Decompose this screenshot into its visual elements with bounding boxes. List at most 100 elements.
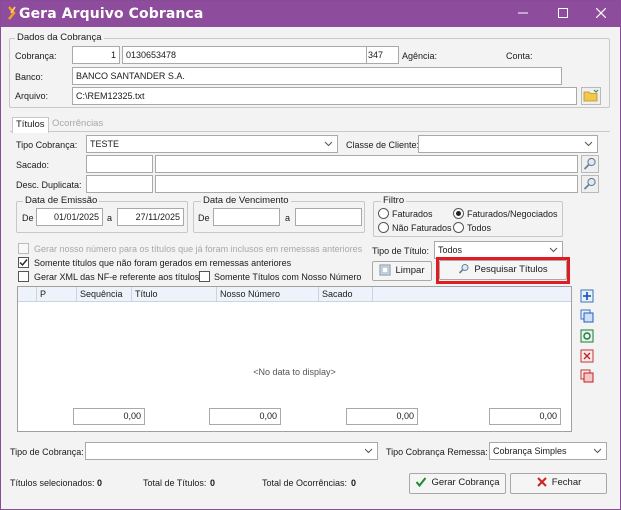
- checkbox-somente-nao-gerados[interactable]: [18, 257, 29, 268]
- filtro-title: Filtro: [381, 195, 407, 206]
- fechar-label: Fechar: [551, 477, 582, 488]
- radio-faturados[interactable]: [378, 208, 389, 219]
- main-window: Gera Arquivo Cobranca Dados da Cobrança …: [0, 0, 621, 510]
- tipo-remessa-label: Tipo Cobrança Remessa:: [386, 447, 488, 457]
- vencimento-a-label: a: [285, 213, 291, 223]
- duplicata-desc-field[interactable]: [155, 175, 578, 193]
- duplicata-search-button[interactable]: [581, 175, 599, 193]
- close-button[interactable]: [581, 1, 621, 27]
- total-titulos-value: 0: [210, 478, 216, 488]
- tipo-titulo-value: Todos: [438, 245, 463, 255]
- banco-field[interactable]: BANCO SANTANDER S.A.: [72, 67, 562, 85]
- tipo-remessa-select[interactable]: Cobrança Simples: [489, 442, 607, 460]
- total-ocorrencias-value: 0: [351, 478, 357, 488]
- tab-ocorrencias[interactable]: Ocorrências: [49, 117, 106, 132]
- grid-col-sacado[interactable]: Sacado: [319, 287, 373, 302]
- tipo-cobranca-select[interactable]: TESTE: [86, 135, 338, 153]
- checkbox-somente-nosso-numero[interactable]: [199, 271, 210, 282]
- conta-label: Conta:: [506, 51, 533, 61]
- minimize-icon: [518, 12, 528, 14]
- close-icon: [595, 7, 607, 19]
- emissao-title: Data de Emissão: [23, 195, 100, 206]
- somente-nosso-numero-label: Somente Títulos com Nosso Número: [214, 272, 362, 282]
- limpar-button[interactable]: Limpar: [372, 261, 432, 281]
- close-icon: [536, 477, 547, 488]
- cobranca-code-field[interactable]: 347: [367, 46, 399, 64]
- checkbox-gerar-xml[interactable]: [18, 271, 29, 282]
- excel-icon: [580, 329, 594, 343]
- grid-col-titulo[interactable]: Título: [132, 287, 217, 302]
- gerar-xml-label: Gerar XML das NF-e referente aos títulos: [34, 272, 200, 282]
- sacado-name-field[interactable]: [155, 155, 578, 173]
- grid-export-button[interactable]: [579, 348, 597, 365]
- maximize-icon: [558, 8, 568, 18]
- maximize-button[interactable]: [543, 1, 583, 27]
- grid-total-4: 0,00: [489, 408, 561, 425]
- chevron-down-icon: [584, 141, 593, 147]
- cobranca-number-field[interactable]: 1: [72, 46, 120, 64]
- vencimento-a-field[interactable]: [295, 208, 362, 226]
- emissao-a-field[interactable]: 27/11/2025: [117, 208, 184, 226]
- minimize-button[interactable]: [503, 1, 543, 27]
- duplicata-code-field[interactable]: [86, 175, 153, 193]
- gerar-cobranca-button[interactable]: Gerar Cobrança: [409, 473, 506, 494]
- limpar-label: Limpar: [395, 265, 425, 276]
- chevron-down-icon: [324, 141, 333, 147]
- cobranca-description-field[interactable]: 0130653478: [122, 46, 367, 64]
- bottom-tipo-cobranca-label: Tipo de Cobrança:: [10, 447, 84, 457]
- tipo-cobranca-label: Tipo Cobrança:: [16, 140, 78, 150]
- tipo-cobranca-value: TESTE: [90, 139, 120, 149]
- arquivo-field[interactable]: C:\REM12325.txt: [72, 87, 577, 105]
- arquivo-label: Arquivo:: [15, 91, 49, 101]
- export-icon: [580, 349, 594, 363]
- grid-add-button[interactable]: [579, 288, 597, 305]
- grid-delete-button[interactable]: [579, 368, 597, 385]
- delete-icon: [580, 369, 594, 383]
- sacado-search-button[interactable]: [581, 155, 599, 173]
- agencia-label: Agência:: [402, 51, 438, 61]
- checkbox-gerar-nosso-numero[interactable]: [18, 243, 29, 254]
- grid-export-excel-button[interactable]: [579, 328, 597, 345]
- grid-total-1: 0,00: [73, 408, 145, 425]
- app-logo-icon: [8, 6, 16, 20]
- chevron-down-icon: [549, 247, 558, 253]
- folder-icon: [583, 89, 599, 102]
- grid-col-sequencia[interactable]: Sequência: [77, 287, 132, 302]
- radio-todos[interactable]: [453, 222, 464, 233]
- fechar-button[interactable]: Fechar: [510, 473, 607, 494]
- grid-col-nosso-numero[interactable]: Nosso Número: [217, 287, 319, 302]
- faturados-label: Faturados: [392, 209, 433, 219]
- highlight-box: [436, 257, 570, 284]
- total-titulos-label: Total de Títulos:: [143, 478, 207, 488]
- somente-nao-gerados-label: Somente títulos que não foram gerados em…: [34, 258, 292, 268]
- banco-label: Banco:: [15, 72, 44, 82]
- sacado-code-field[interactable]: [86, 155, 153, 173]
- radio-faturados-negociados[interactable]: [453, 208, 464, 219]
- search-icon: [583, 157, 596, 170]
- titulos-selecionados-value: 0: [97, 478, 103, 488]
- grid-col-p[interactable]: P: [37, 287, 77, 302]
- grid-copy-button[interactable]: [579, 308, 597, 325]
- open-file-button[interactable]: [581, 87, 601, 105]
- copy-icon: [580, 309, 594, 323]
- classe-cliente-label: Classe de Cliente:: [346, 140, 420, 150]
- emissao-de-label: De: [22, 213, 34, 223]
- window-title: Gera Arquivo Cobranca: [19, 6, 204, 22]
- titulos-grid[interactable]: P Sequência Título Nosso Número Sacado <…: [17, 286, 572, 432]
- radio-nao-faturados[interactable]: [378, 222, 389, 233]
- title-bar[interactable]: Gera Arquivo Cobranca: [1, 1, 620, 27]
- eraser-icon: [379, 264, 391, 276]
- grid-empty-text: <No data to display>: [253, 367, 336, 377]
- grid-header: P Sequência Título Nosso Número Sacado: [18, 287, 571, 302]
- tipo-remessa-value: Cobrança Simples: [493, 446, 567, 456]
- faturados-negociados-label: Faturados/Negociados: [467, 209, 558, 219]
- emissao-de-field[interactable]: 01/01/2025: [36, 208, 103, 226]
- dados-cobranca-title: Dados da Cobrança: [15, 32, 104, 43]
- vencimento-title: Data de Vencimento: [201, 195, 291, 206]
- classe-cliente-select[interactable]: [418, 135, 598, 153]
- vencimento-de-field[interactable]: [213, 208, 280, 226]
- tab-titulos[interactable]: Títulos: [12, 117, 49, 133]
- bottom-tipo-cobranca-select[interactable]: [85, 442, 378, 460]
- todos-label: Todos: [467, 223, 492, 233]
- grid-total-2: 0,00: [209, 408, 281, 425]
